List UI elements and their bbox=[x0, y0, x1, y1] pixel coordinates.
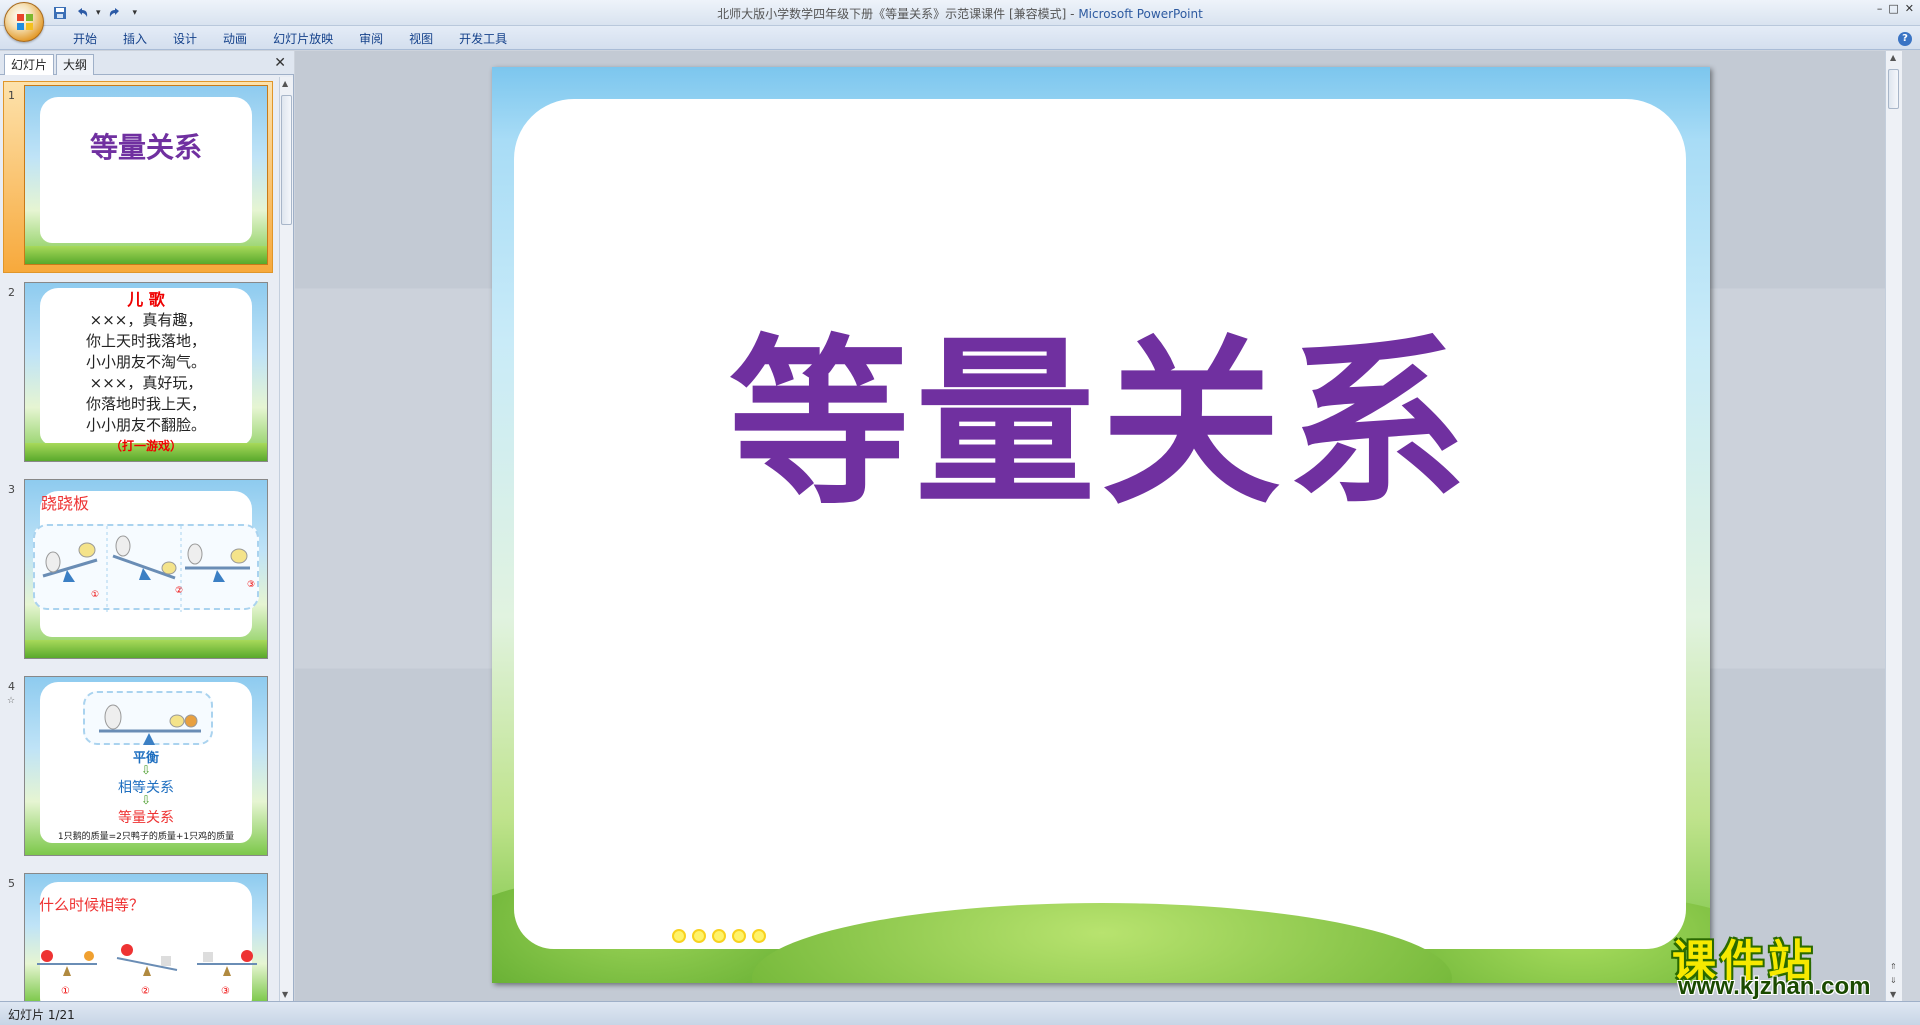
thumb-pillow bbox=[39, 96, 253, 243]
poem-line: ×××，真有趣， bbox=[89, 311, 203, 329]
minimize-button[interactable]: – bbox=[1877, 2, 1883, 15]
thumb-grass bbox=[25, 246, 267, 264]
watermark-url: www.kjzhan.com bbox=[1678, 973, 1871, 1000]
thumbnail-frame: 跷跷板 ① ② ③ bbox=[24, 479, 268, 659]
seesaw-mark-2: ② bbox=[175, 586, 184, 596]
slide-scrollbar[interactable]: ▲ ⇑ ⇓ ▼ bbox=[1885, 51, 1902, 1001]
maximize-button[interactable]: □ bbox=[1888, 2, 1898, 15]
window-controls: – □ ✕ bbox=[1877, 2, 1914, 15]
watermark-logo: 课件站 www.kjzhan.com bbox=[1672, 925, 1902, 1001]
balance-illustration bbox=[99, 704, 201, 745]
equivalence-label: 等量关系 bbox=[118, 810, 174, 826]
flower-icon bbox=[672, 929, 686, 943]
thumbnail-frame: 等量关系 bbox=[24, 85, 268, 265]
flower-icon bbox=[712, 929, 726, 943]
slide-number: 3 bbox=[8, 483, 15, 496]
slide-title[interactable]: 等量关系 bbox=[492, 277, 1710, 538]
tab-slides[interactable]: 幻灯片 bbox=[4, 54, 55, 75]
scroll-up-icon[interactable]: ▲ bbox=[282, 79, 288, 88]
flower-icon bbox=[692, 929, 706, 943]
poem-line: ×××，真好玩， bbox=[89, 374, 203, 392]
office-button[interactable] bbox=[4, 2, 44, 42]
tab-view[interactable]: 视图 bbox=[396, 30, 446, 48]
thumbnail-frame: 儿 歌 ×××，真有趣， 你上天时我落地， 小小朋友不淘气。 ×××，真好玩， … bbox=[24, 282, 268, 462]
down-arrow-icon: ⇩ bbox=[140, 793, 152, 807]
seesaw-mark-3: ③ bbox=[247, 580, 256, 590]
thumb-poem: 儿 歌 ×××，真有趣， 你上天时我落地， 小小朋友不淘气。 ×××，真好玩， … bbox=[25, 289, 267, 457]
tab-animations[interactable]: 动画 bbox=[210, 30, 260, 48]
poem-line: 你上天时我落地， bbox=[85, 332, 206, 350]
balance-panel bbox=[83, 691, 213, 745]
thumbnail-frame: 平衡 ⇩ 相等关系 ⇩ 等量关系 1只鹅的质量=2只鸭子的质量+1只鸡的质量 bbox=[24, 676, 268, 856]
poem-line: 你落地时我上天， bbox=[85, 395, 206, 413]
panel-tabs: 幻灯片 大纲 ✕ bbox=[0, 51, 294, 75]
down-arrow-icon: ⇩ bbox=[140, 763, 152, 777]
slides-panel: 幻灯片 大纲 ✕ 1 等量关系 2 儿 歌 ×××，真有趣， 你上天时我落地， … bbox=[0, 51, 294, 1001]
slide-number: 4 bbox=[8, 680, 15, 693]
scale-mark-2: ② bbox=[141, 986, 150, 997]
current-slide[interactable]: 等量关系 bbox=[492, 67, 1710, 983]
seesaw-mark-1: ① bbox=[91, 590, 100, 600]
animation-star-icon: ☆ bbox=[7, 696, 16, 706]
tab-review[interactable]: 审阅 bbox=[346, 30, 396, 48]
scrollbar-thumb[interactable] bbox=[1888, 69, 1899, 109]
flowers-decoration bbox=[672, 929, 766, 943]
slide-number: 1 bbox=[8, 89, 15, 102]
close-panel-icon[interactable]: ✕ bbox=[274, 55, 286, 71]
flower-icon bbox=[732, 929, 746, 943]
poem-line: 小小朋友不淘气。 bbox=[85, 353, 206, 371]
window-title-doc: 北师大版小学数学四年级下册《等量关系》示范课课件 [兼容模式] - bbox=[717, 7, 1079, 21]
poem-line: 小小朋友不翻脸。 bbox=[85, 416, 206, 434]
close-button[interactable]: ✕ bbox=[1905, 2, 1914, 15]
scale-mark-1: ① bbox=[61, 986, 70, 997]
thumb-title: 什么时候相等？ bbox=[39, 896, 145, 914]
flower-icon bbox=[752, 929, 766, 943]
thumb-title: 跷跷板 bbox=[41, 494, 90, 513]
scroll-down-icon[interactable]: ▼ bbox=[282, 990, 288, 999]
poem-heading: 儿 歌 bbox=[127, 290, 165, 309]
scales-illustration bbox=[37, 944, 257, 976]
thumb-title: 等量关系 bbox=[89, 131, 202, 164]
tab-outline[interactable]: 大纲 bbox=[56, 54, 95, 75]
tab-slideshow[interactable]: 幻灯片放映 bbox=[260, 30, 346, 48]
scale-mark-3: ③ bbox=[221, 986, 230, 997]
slide-number: 2 bbox=[8, 286, 15, 299]
ribbon-tabs: 开始 插入 设计 动画 幻灯片放映 审阅 视图 开发工具 ? bbox=[0, 26, 1920, 50]
office-logo-icon bbox=[17, 14, 33, 30]
window-title-app: Microsoft PowerPoint bbox=[1078, 7, 1203, 21]
thumbnail-frame: 什么时候相等？ ① ② ③ bbox=[24, 873, 268, 1001]
formula-text: 1只鹅的质量=2只鸭子的质量+1只鸡的质量 bbox=[57, 832, 235, 842]
title-bar: ▾ ▾ 北师大版小学数学四年级下册《等量关系》示范课课件 [兼容模式] - Mi… bbox=[0, 0, 1920, 42]
seesaw-panel: ① ② ③ bbox=[33, 524, 259, 612]
poem-footer: （打一游戏） bbox=[109, 439, 182, 453]
tab-insert[interactable]: 插入 bbox=[110, 30, 160, 48]
tab-developer[interactable]: 开发工具 bbox=[446, 30, 520, 48]
thumb-grass bbox=[25, 640, 267, 658]
help-icon[interactable]: ? bbox=[1898, 32, 1912, 46]
slide-counter: 幻灯片 1/21 bbox=[8, 1008, 75, 1022]
window-title: 北师大版小学数学四年级下册《等量关系》示范课课件 [兼容模式] - Micros… bbox=[0, 5, 1920, 22]
slide-number: 5 bbox=[8, 877, 15, 890]
tab-home[interactable]: 开始 bbox=[60, 30, 110, 48]
thumbnail-scrollbar[interactable]: ▲ ▼ bbox=[279, 77, 293, 1001]
tab-design[interactable]: 设计 bbox=[160, 30, 210, 48]
scrollbar-thumb[interactable] bbox=[281, 95, 292, 225]
thumbnail-list: 1 等量关系 2 儿 歌 ×××，真有趣， 你上天时我落地， 小小朋友不淘气。 bbox=[0, 77, 278, 1001]
slide-editor: 等量关系 ▲ ⇑ ⇓ ▼ bbox=[295, 51, 1902, 1001]
scroll-up-icon[interactable]: ▲ bbox=[1890, 53, 1896, 62]
status-bar: 幻灯片 1/21 bbox=[0, 1001, 1920, 1025]
seesaw-illustration bbox=[42, 526, 250, 612]
